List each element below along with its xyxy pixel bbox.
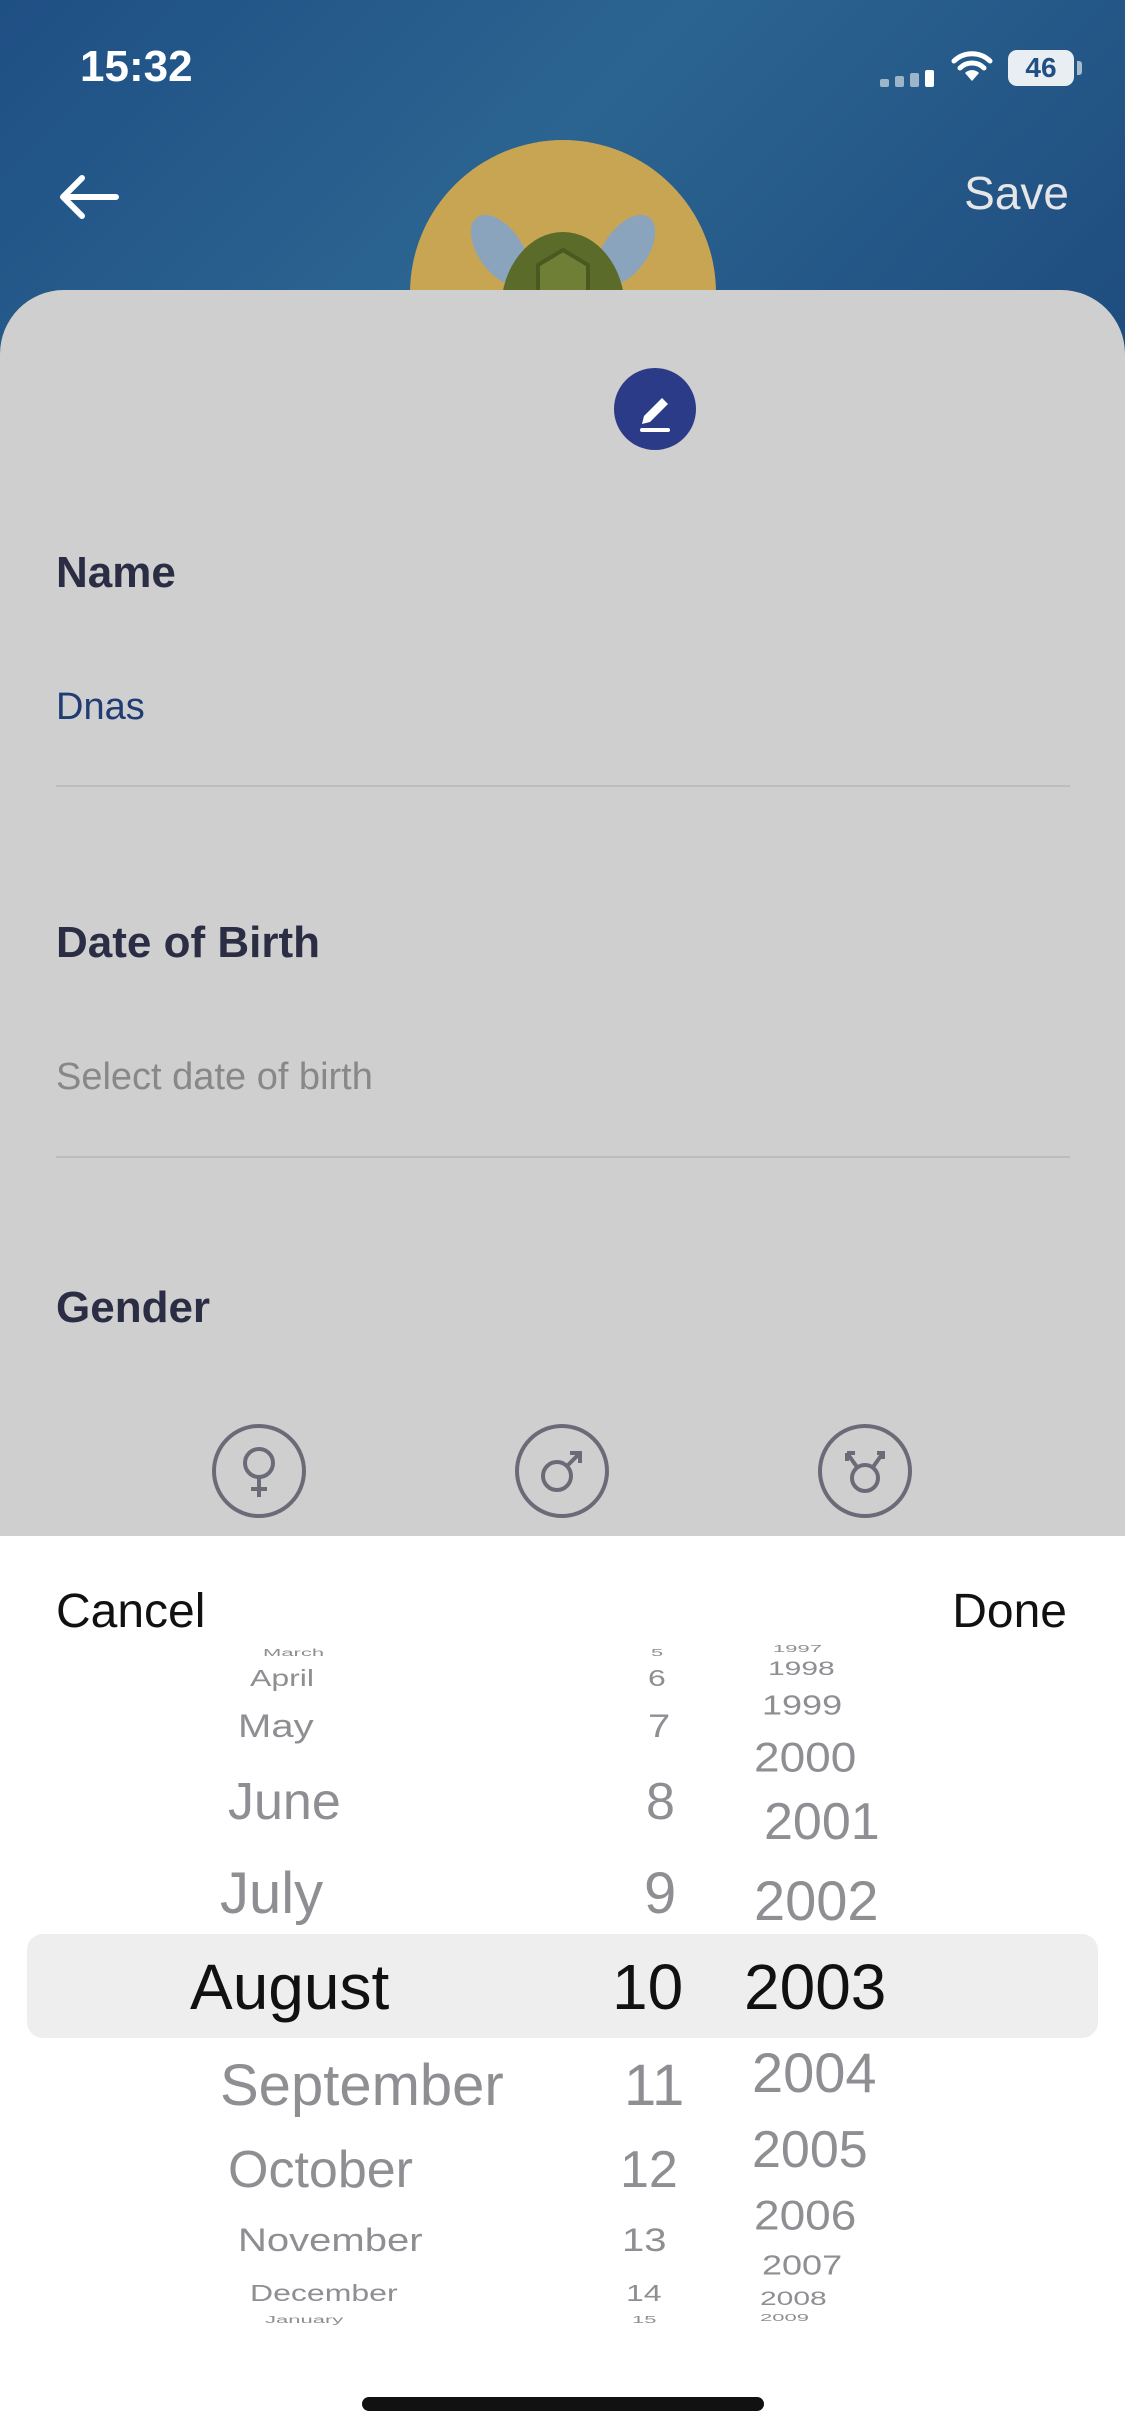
status-time: 15:32: [80, 42, 193, 91]
year-item[interactable]: 1999: [762, 1689, 842, 1722]
battery-tip: [1077, 61, 1082, 75]
month-item[interactable]: November: [238, 2222, 423, 2259]
name-input[interactable]: Dnas: [56, 686, 145, 729]
year-item[interactable]: 1998: [768, 1658, 835, 1680]
day-item[interactable]: 15: [632, 2314, 656, 2326]
year-item[interactable]: 2001: [764, 1792, 880, 1852]
home-indicator[interactable]: [362, 2397, 764, 2411]
day-item-selected[interactable]: 10: [612, 1950, 683, 2024]
year-item[interactable]: 2005: [752, 2120, 868, 2180]
save-button[interactable]: Save: [964, 166, 1069, 220]
day-item[interactable]: 7: [648, 1708, 670, 1745]
wifi-icon: [951, 51, 993, 81]
status-bar: 15:32 46: [0, 0, 1125, 140]
female-icon[interactable]: [211, 1423, 307, 1519]
picker-selection-highlight: [27, 1934, 1098, 2038]
year-item[interactable]: 2006: [754, 2191, 856, 2240]
month-item[interactable]: July: [220, 1860, 323, 1927]
day-item[interactable]: 9: [644, 1860, 676, 1927]
year-item[interactable]: 2002: [754, 1868, 879, 1933]
day-item[interactable]: 14: [626, 2280, 662, 2307]
month-item[interactable]: April: [250, 1665, 314, 1692]
month-item[interactable]: October: [228, 2140, 413, 2200]
year-item[interactable]: 2009: [760, 2312, 809, 2324]
year-item[interactable]: 2000: [754, 1733, 856, 1782]
day-item[interactable]: 6: [648, 1665, 666, 1692]
transgender-icon[interactable]: [817, 1423, 913, 1519]
dob-field[interactable]: Select date of birth: [56, 1056, 373, 1099]
done-button[interactable]: Done: [952, 1584, 1067, 1639]
name-divider: [56, 785, 1070, 787]
name-label: Name: [56, 548, 176, 597]
day-item[interactable]: 13: [622, 2222, 667, 2259]
month-item-selected[interactable]: August: [190, 1950, 389, 2024]
male-icon[interactable]: [514, 1423, 610, 1519]
cancel-button[interactable]: Cancel: [56, 1584, 205, 1639]
day-item[interactable]: 11: [624, 2052, 684, 2119]
year-item[interactable]: 2007: [762, 2249, 842, 2282]
day-item[interactable]: 12: [620, 2140, 678, 2200]
dob-divider: [56, 1156, 1070, 1158]
month-item[interactable]: September: [220, 2052, 504, 2119]
cellular-signal-icon: [880, 70, 934, 87]
year-item-selected[interactable]: 2003: [744, 1950, 886, 2024]
month-item[interactable]: March: [263, 1647, 324, 1659]
year-item[interactable]: 2008: [760, 2288, 827, 2310]
pencil-icon: [640, 398, 670, 432]
gender-label: Gender: [56, 1283, 211, 1332]
month-item[interactable]: June: [228, 1772, 341, 1832]
year-item[interactable]: 2004: [752, 2040, 877, 2105]
battery-icon: 46: [1008, 50, 1074, 86]
dob-label: Date of Birth: [56, 918, 320, 967]
year-item[interactable]: 1997: [773, 1643, 822, 1655]
month-item[interactable]: December: [250, 2280, 398, 2307]
month-item[interactable]: May: [238, 1708, 314, 1745]
edit-avatar-button[interactable]: [614, 368, 696, 450]
day-item[interactable]: 5: [651, 1647, 663, 1659]
month-item[interactable]: January: [265, 2314, 343, 2326]
day-item[interactable]: 8: [646, 1772, 675, 1832]
